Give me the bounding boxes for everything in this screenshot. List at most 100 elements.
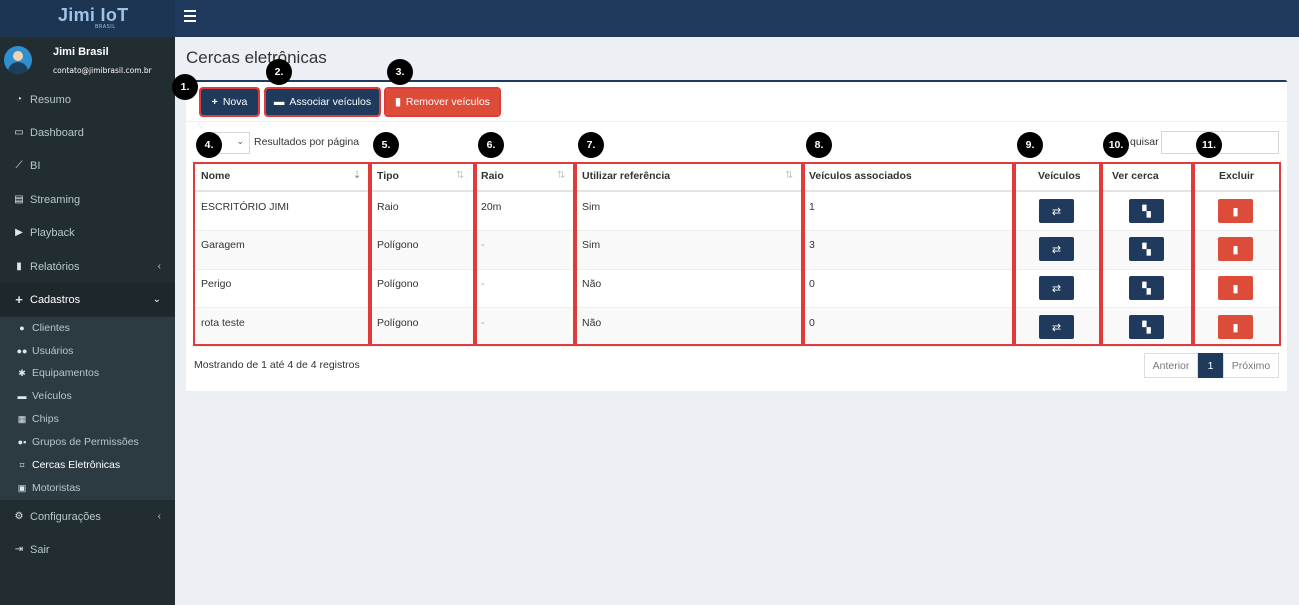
column-header-referencia[interactable]: Utilizar referência	[582, 170, 670, 182]
delete-fence-button[interactable]: ▮	[1218, 237, 1253, 261]
gear-icon: ⚙	[14, 511, 24, 522]
cell-tipo: Polígono	[377, 239, 419, 251]
user-panel: Jimi Brasil contato@jimibrasil.com.br	[0, 37, 175, 85]
table-row	[194, 308, 1280, 347]
vehicles-swap-button[interactable]: ⇄	[1039, 199, 1074, 223]
associate-vehicles-button[interactable]: ▬ Associar veículos	[264, 87, 381, 117]
exchange-icon: ⇄	[1051, 242, 1062, 256]
car-icon: ▬	[17, 391, 27, 401]
vehicles-swap-button[interactable]: ⇄	[1039, 315, 1074, 339]
sidebar-item-playback[interactable]: ▶ Playback	[0, 216, 175, 249]
sidebar-item-label: Playback	[30, 226, 75, 239]
user-email: contato@jimibrasil.com.br	[53, 66, 152, 75]
sort-icon[interactable]: ⇅	[785, 170, 793, 181]
hamburger-menu-icon[interactable]	[184, 10, 196, 24]
view-fence-button[interactable]: ▚	[1129, 237, 1164, 261]
cell-tipo: Polígono	[377, 317, 419, 329]
cell-referencia: Não	[582, 278, 602, 290]
submenu-item-equipamentos[interactable]: ✱ Equipamentos	[0, 362, 175, 384]
sidebar-item-label: Streaming	[30, 193, 81, 206]
cell-raio: -	[481, 317, 485, 329]
sort-icon[interactable]: ⇅	[456, 170, 464, 181]
view-fence-button[interactable]: ▚	[1129, 199, 1164, 223]
vehicles-swap-button[interactable]: ⇄	[1039, 276, 1074, 300]
sidebar-item-dashboard[interactable]: ▭ Dashboard	[0, 116, 175, 149]
logo[interactable]: Jimi IoT BRASIL	[0, 0, 175, 37]
plus-icon: +	[211, 96, 218, 108]
page-title: Cercas eletrônicas	[186, 48, 327, 67]
submenu-item-usuarios[interactable]: ●● Usuários	[0, 340, 175, 362]
chevron-down-icon: ⌄	[236, 137, 244, 147]
column-header-nome[interactable]: Nome	[201, 170, 230, 182]
table-row	[194, 269, 1280, 308]
submenu-item-clientes[interactable]: ● Clientes	[0, 317, 175, 339]
sidebar-item-cadastros[interactable]: + Cadastros ⌄	[0, 283, 175, 316]
delete-fence-button[interactable]: ▮	[1218, 315, 1253, 339]
submenu-item-label: Motoristas	[32, 482, 81, 494]
sidebar-item-streaming[interactable]: ▤ Streaming	[0, 183, 175, 216]
new-fence-label: Nova	[222, 96, 248, 108]
column-header-raio[interactable]: Raio	[481, 170, 504, 182]
film-icon: ▤	[14, 194, 24, 205]
view-fence-button[interactable]: ▚	[1129, 315, 1164, 339]
pagination-next[interactable]: Próximo	[1223, 353, 1279, 378]
cell-associados: 3	[809, 239, 815, 251]
callout-badge: 4.	[196, 132, 222, 158]
column-header-veiculos-associados[interactable]: Veículos associados	[809, 170, 912, 182]
map-icon: ▚	[1142, 320, 1151, 334]
sidebar-item-bi[interactable]: ⟋ BI	[0, 149, 175, 182]
column-header-veiculos: Veículos	[1038, 170, 1081, 182]
sidebar-item-sair[interactable]: ⇥ Sair	[0, 533, 175, 566]
sort-asc-icon[interactable]: ⇣	[353, 170, 361, 181]
table-info: Mostrando de 1 até 4 de 4 registros	[194, 359, 360, 371]
submenu-item-cercas[interactable]: ⌗ Cercas Eletrônicas	[0, 454, 175, 476]
delete-fence-button[interactable]: ▮	[1218, 199, 1253, 223]
callout-badge: 9.	[1017, 132, 1043, 158]
remove-vehicles-button[interactable]: ▮ Remover veículos	[384, 87, 501, 117]
play-circle-icon: ▶	[15, 227, 23, 238]
cell-associados: 0	[809, 278, 815, 290]
chevron-left-icon: ‹	[157, 261, 161, 272]
sidebar-item-label: Relatórios	[30, 260, 80, 273]
column-header-ver-cerca: Ver cerca	[1112, 170, 1159, 182]
submenu-item-chips[interactable]: ▦ Chips	[0, 408, 175, 430]
cadastros-submenu: ● Clientes ●● Usuários ✱ Equipamentos ▬ …	[0, 317, 175, 500]
sort-icon[interactable]: ⇅	[557, 170, 565, 181]
sidebar-item-label: Resumo	[30, 93, 71, 106]
car-icon: ▬	[273, 96, 285, 108]
submenu-item-motoristas[interactable]: ▣ Motoristas	[0, 477, 175, 499]
pagination-page-1[interactable]: 1	[1198, 353, 1223, 378]
delete-fence-button[interactable]: ▮	[1218, 276, 1253, 300]
trash-icon: ▮	[395, 96, 401, 108]
map-icon: ▚	[1142, 242, 1151, 256]
sidebar-item-relatorios[interactable]: ▮ Relatórios ‹	[0, 250, 175, 283]
submenu-item-grupos[interactable]: ●▪ Grupos de Permissões	[0, 431, 175, 453]
map-icon: ▚	[1142, 204, 1151, 218]
callout-badge: 2.	[266, 59, 292, 85]
cell-referencia: Sim	[582, 201, 601, 213]
sim-card-icon: ▦	[17, 413, 27, 424]
cell-associados: 0	[809, 317, 815, 329]
id-card-icon: ▣	[17, 482, 27, 493]
submenu-item-label: Veículos	[32, 390, 72, 402]
vehicles-swap-button[interactable]: ⇄	[1039, 237, 1074, 261]
trash-icon: ▮	[1232, 281, 1239, 295]
pagination-previous[interactable]: Anterior	[1144, 353, 1198, 378]
exchange-icon: ⇄	[1051, 204, 1062, 218]
cell-raio: 20m	[481, 201, 502, 213]
callout-badge: 8.	[806, 132, 832, 158]
map-icon: ▚	[1142, 281, 1151, 295]
view-fence-button[interactable]: ▚	[1129, 276, 1164, 300]
column-header-tipo[interactable]: Tipo	[377, 170, 399, 182]
submenu-item-label: Usuários	[32, 345, 74, 357]
user-group-icon: ●▪	[17, 437, 27, 447]
sidebar-item-resumo[interactable]: ◔ Resumo	[0, 83, 175, 116]
users-icon: ●●	[16, 346, 28, 356]
cell-nome: ESCRITÓRIO JIMI	[201, 201, 290, 213]
file-icon: ▮	[16, 261, 22, 272]
box-divider	[186, 121, 1287, 122]
new-fence-button[interactable]: + Nova	[199, 87, 260, 117]
submenu-item-veiculos[interactable]: ▬ Veículos	[0, 385, 175, 407]
column-header-excluir: Excluir	[1219, 170, 1255, 182]
sidebar-item-configuracoes[interactable]: ⚙ Configurações ‹	[0, 500, 175, 533]
